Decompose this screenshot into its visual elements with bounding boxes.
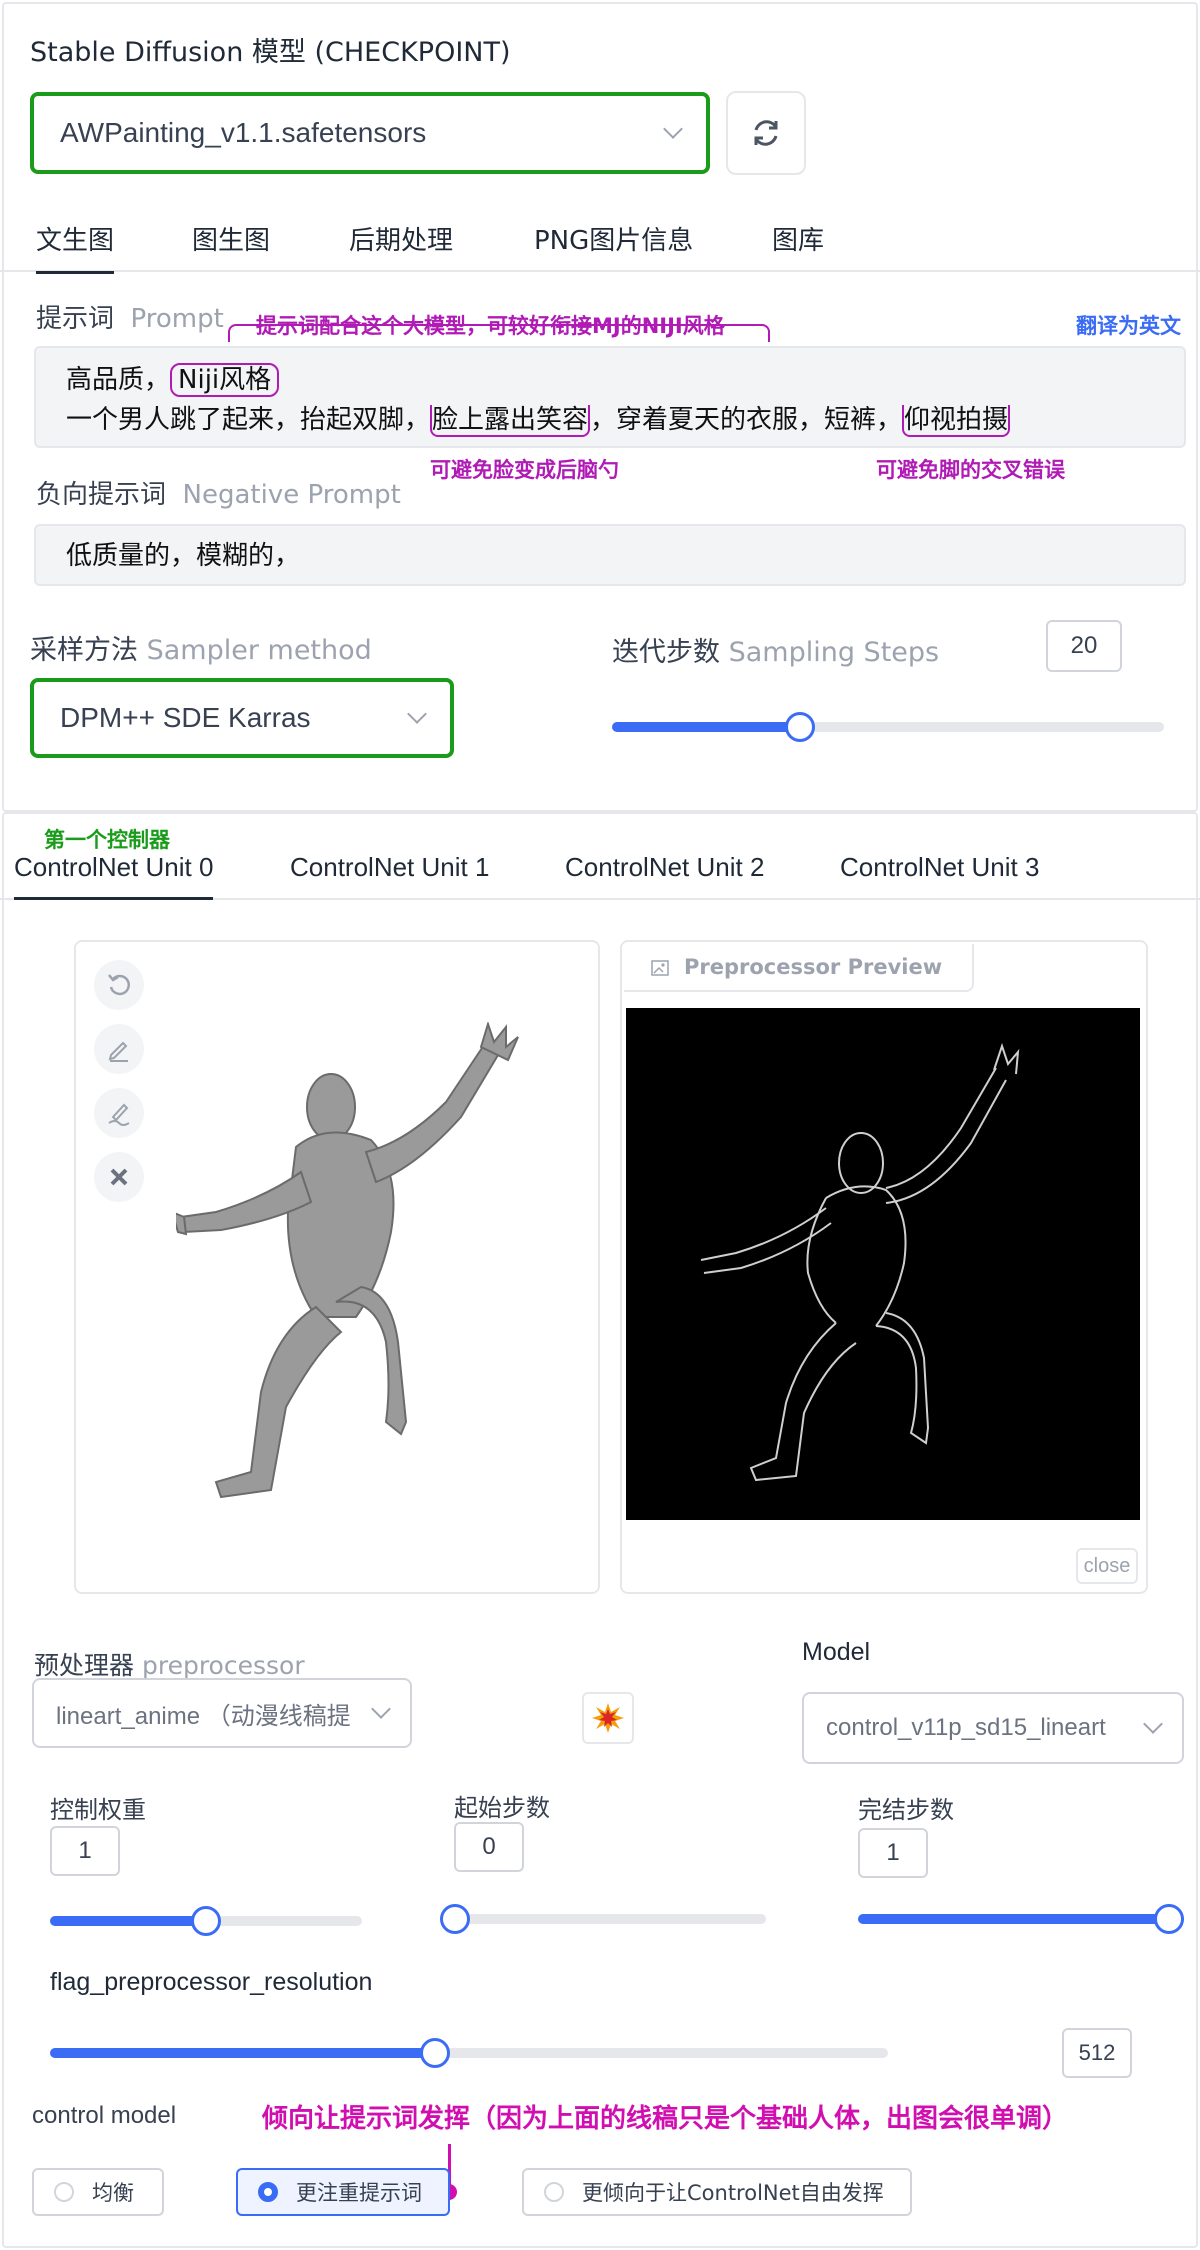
feet-annotation: 可避免脚的交叉错误 <box>876 458 1065 482</box>
tabs-divider <box>0 270 1200 272</box>
annotation-bracket <box>228 324 770 342</box>
tab-controlnet-unit-1[interactable]: ControlNet Unit 1 <box>290 852 489 883</box>
prompt-face-highlight: 脸上露出笑容 <box>430 405 591 437</box>
weight-slider[interactable] <box>50 1906 362 1936</box>
chevron-down-icon <box>407 704 427 724</box>
end-step-label: 完结步数 <box>858 1796 954 1824</box>
checkpoint-label: Stable Diffusion 模型 (CHECKPOINT) <box>30 37 511 68</box>
tab-controlnet-unit-3[interactable]: ControlNet Unit 3 <box>840 852 1039 883</box>
checkpoint-value: AWPainting_v1.1.safetensors <box>60 117 427 148</box>
resolution-input[interactable]: 512 <box>1062 2028 1132 2078</box>
tab-img2img[interactable]: 图生图 <box>192 220 270 257</box>
chevron-down-icon <box>371 1699 391 1719</box>
control-mode-annotation: 倾向让提示词发挥（因为上面的线稿只是个基础人体，出图会很单调） <box>262 2104 1069 2134</box>
resolution-label: flag_preprocessor_resolution <box>50 1968 373 1996</box>
face-annotation: 可避免脸变成后脑勺 <box>430 458 619 482</box>
steps-label: 迭代步数 Sampling Steps <box>612 637 940 668</box>
preprocessor-value: lineart_anime （动漫线稿提 <box>56 1702 351 1730</box>
pose-figure-image <box>176 1022 519 1499</box>
end-step-slider[interactable] <box>858 1904 1184 1934</box>
prompt-label: 提示词 Prompt <box>36 304 224 334</box>
chevron-down-icon <box>1143 1714 1163 1734</box>
explosion-icon <box>592 1703 624 1733</box>
steps-slider[interactable] <box>612 712 1164 742</box>
sampler-select[interactable]: DPM++ SDE Karras <box>30 678 454 758</box>
negative-prompt-textarea[interactable]: 低质量的，模糊的， <box>34 524 1186 586</box>
radio-button-selected <box>258 2182 278 2202</box>
sampler-value: DPM++ SDE Karras <box>60 702 311 733</box>
preprocessor-preview-panel: Preprocessor Preview close <box>620 940 1148 1594</box>
tab-extras[interactable]: 后期处理 <box>349 220 453 257</box>
mode-prompt-option[interactable]: 更注重提示词 <box>236 2168 450 2216</box>
prompt-line-2: 一个男人跳了起来，抬起双脚，脸上露出笑容，穿着夏天的衣服，短裤，仰视拍摄 <box>66 405 1011 437</box>
checkpoint-select[interactable]: AWPainting_v1.1.safetensors <box>30 92 710 174</box>
prompt-niji-highlight: Niji风格 <box>170 363 280 397</box>
start-step-input[interactable]: 0 <box>454 1822 524 1872</box>
radio-button <box>544 2182 564 2202</box>
radio-button <box>54 2182 74 2202</box>
model-select[interactable]: control_v11p_sd15_lineart <box>802 1692 1184 1764</box>
preprocessor-label: 预处理器 preprocessor <box>34 1651 305 1680</box>
start-step-slider[interactable] <box>440 1904 766 1934</box>
end-step-input[interactable]: 1 <box>858 1828 928 1878</box>
mode-controlnet-option[interactable]: 更倾向于让ControlNet自由发挥 <box>522 2168 912 2216</box>
run-preprocessor-button[interactable] <box>582 1692 634 1744</box>
model-value: control_v11p_sd15_lineart <box>826 1714 1106 1741</box>
tab-gallery[interactable]: 图库 <box>772 220 824 257</box>
tab-controlnet-unit-0[interactable]: ControlNet Unit 0 <box>14 852 214 900</box>
sampler-label: 采样方法 Sampler method <box>30 635 372 666</box>
start-step-label: 起始步数 <box>454 1794 550 1822</box>
prompt-lowangle-highlight: 仰视拍摄 <box>902 405 1011 437</box>
control-mode-label: control model <box>32 2102 177 2129</box>
preview-tab: Preprocessor Preview <box>624 944 975 992</box>
weight-label: 控制权重 <box>50 1796 146 1824</box>
image-icon <box>651 960 669 976</box>
input-image-panel[interactable] <box>74 940 600 1594</box>
prompt-line-1: 高品质， Niji风格 <box>66 360 1154 400</box>
preview-image <box>626 1008 1140 1520</box>
refresh-button[interactable] <box>726 91 806 175</box>
refresh-icon <box>754 120 778 146</box>
tab-txt2img[interactable]: 文生图 <box>36 220 115 274</box>
tab-controlnet-unit-2[interactable]: ControlNet Unit 2 <box>565 852 764 883</box>
model-label: Model <box>802 1638 871 1666</box>
brush-icon[interactable] <box>94 1088 144 1138</box>
prompt-textarea[interactable]: 高品质， Niji风格 一个男人跳了起来，抬起双脚，脸上露出笑容，穿着夏天的衣服，… <box>34 346 1186 448</box>
pencil-icon[interactable] <box>94 1024 144 1074</box>
preprocessor-select[interactable]: lineart_anime （动漫线稿提 <box>32 1678 412 1748</box>
translate-button[interactable]: 翻译为英文 <box>1076 310 1181 340</box>
close-button[interactable]: close <box>1076 1548 1138 1584</box>
chevron-down-icon <box>663 119 683 139</box>
negative-prompt-label: 负向提示词 Negative Prompt <box>36 480 401 510</box>
weight-input[interactable]: 1 <box>50 1826 120 1876</box>
mode-balanced-option[interactable]: 均衡 <box>32 2168 164 2216</box>
steps-input[interactable]: 20 <box>1046 620 1122 672</box>
tab-png-info[interactable]: PNG图片信息 <box>534 220 693 257</box>
resolution-slider[interactable] <box>50 2038 888 2068</box>
first-controller-annotation: 第一个控制器 <box>44 828 170 852</box>
undo-icon[interactable] <box>94 960 144 1010</box>
close-icon[interactable] <box>94 1152 144 1202</box>
